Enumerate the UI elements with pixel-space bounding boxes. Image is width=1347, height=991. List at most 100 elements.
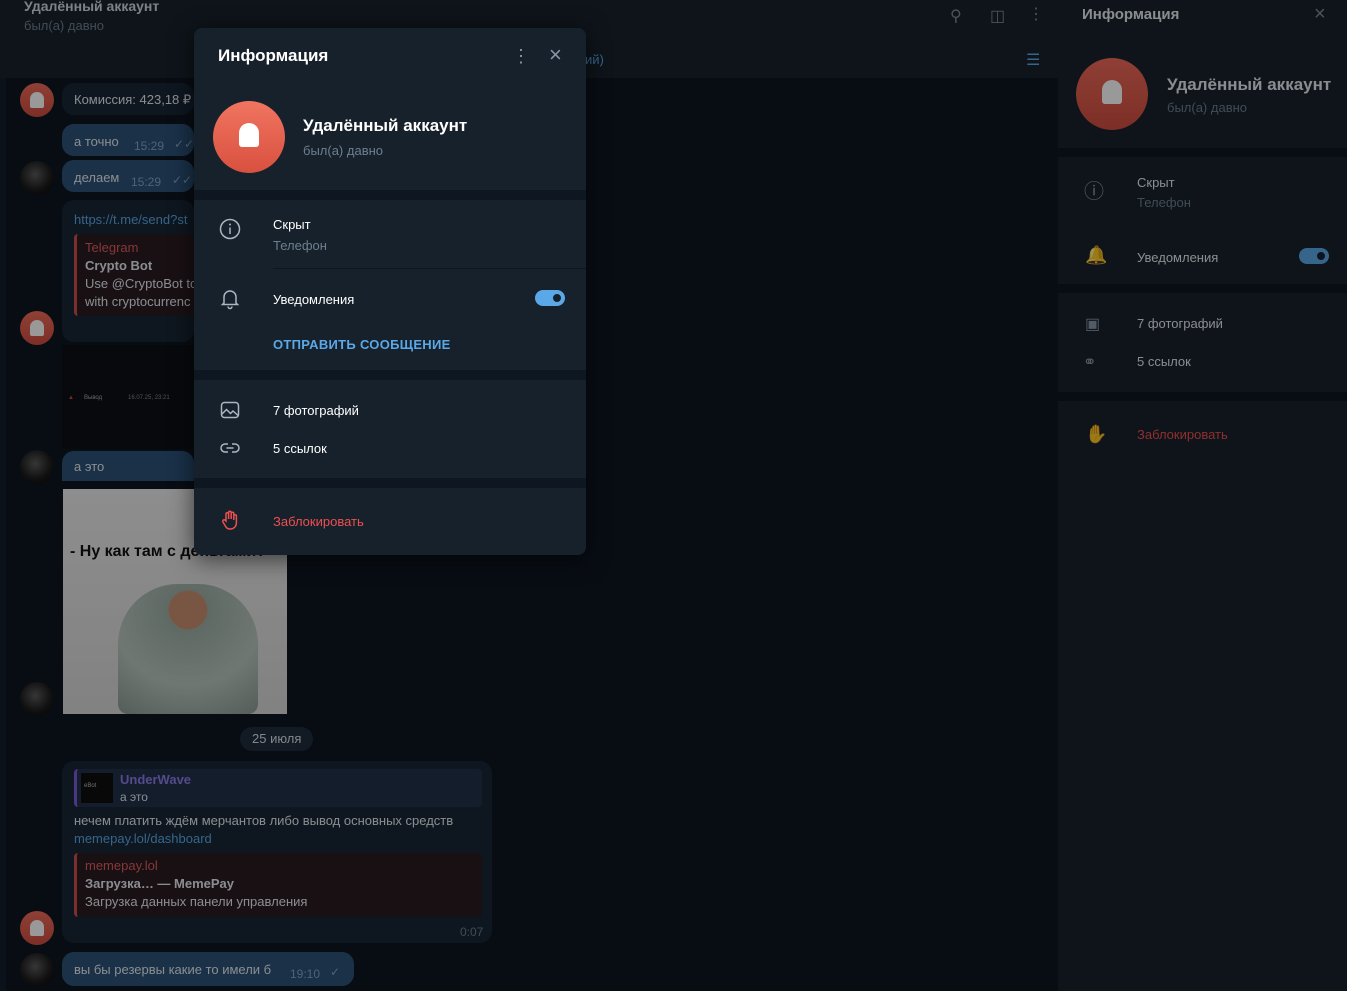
link-icon: ⚭ <box>1083 354 1097 371</box>
profile-avatar[interactable] <box>213 101 285 173</box>
search-icon[interactable]: ⚲ <box>950 6 962 26</box>
link-preview[interactable]: Telegram Crypto Bot Use @CryptoBot to wi… <box>74 234 198 316</box>
right-info-panel: Информация × Удалённый аккаунт был(а) да… <box>1058 0 1347 991</box>
preview-line: Use @CryptoBot to <box>85 276 198 291</box>
filter-icon[interactable]: ☰ <box>1026 50 1040 70</box>
photo-icon <box>220 401 240 419</box>
avatar[interactable] <box>20 83 54 117</box>
double-check-icon: ✓✓ <box>172 173 193 187</box>
phone-label: Телефон <box>273 238 327 253</box>
message-bubble[interactable]: Комиссия: 423,18 ₽ <box>62 83 194 115</box>
reply-author: UnderWave <box>120 772 192 787</box>
chat-status: был(а) давно <box>24 18 105 33</box>
photo-person <box>118 584 258 714</box>
preview-line: with cryptocurrenc <box>85 294 191 309</box>
notifications-toggle[interactable] <box>535 290 565 306</box>
panel-title: Информация <box>1082 6 1180 23</box>
divider <box>194 370 586 380</box>
profile-avatar[interactable] <box>1076 58 1148 130</box>
message-bubble[interactable]: а точно 15:29 ✓✓ <box>62 124 194 156</box>
link-message-bubble[interactable]: https://t.me/send?st Telegram Crypto Bot… <box>62 200 198 342</box>
message-text: а точно <box>74 134 119 149</box>
sidebar-toggle-icon[interactable]: ◫ <box>990 6 1005 26</box>
screenshot-label: Вывод <box>84 395 103 401</box>
more-icon[interactable]: ⋮ <box>1028 4 1044 24</box>
chat-title[interactable]: Удалённый аккаунт <box>24 0 159 14</box>
double-check-icon: ✓✓ <box>174 137 195 151</box>
info-modal: Информация ⋮ × Удалённый аккаунт был(а) … <box>194 28 586 555</box>
profile-status: был(а) давно <box>303 143 384 158</box>
phone-value[interactable]: Скрыт <box>1137 175 1175 190</box>
screenshot-image[interactable]: ▲ Вывод 16.07.25, 23:21 <box>62 345 194 449</box>
message-text: нечем платить ждём мерчантов либо вывод … <box>74 813 454 828</box>
send-message-button[interactable]: ОТПРАВИТЬ СООБЩЕНИЕ <box>273 337 451 352</box>
close-icon[interactable]: × <box>549 44 562 66</box>
links-label[interactable]: 5 ссылок <box>273 441 327 456</box>
preview-site: memepay.lol <box>85 858 158 873</box>
divider <box>273 268 586 269</box>
hand-block-icon: ✋ <box>1085 424 1108 444</box>
arrow-up-icon: ▲ <box>68 395 74 401</box>
info-icon <box>219 218 241 240</box>
message-bubble[interactable]: а это <box>62 451 194 481</box>
profile-name: Удалённый аккаунт <box>1167 75 1332 94</box>
profile-name: Удалённый аккаунт <box>303 116 468 135</box>
message-text: делаем <box>74 170 120 185</box>
message-text: а это <box>74 459 105 474</box>
reply-thumbnail: eBot <box>81 773 113 803</box>
divider <box>194 478 586 488</box>
avatar[interactable] <box>20 450 54 484</box>
divider <box>1058 148 1347 157</box>
avatar[interactable] <box>20 161 54 195</box>
more-icon[interactable]: ⋮ <box>512 47 530 65</box>
preview-title: Crypto Bot <box>85 258 153 273</box>
avatar[interactable] <box>20 682 54 716</box>
message-bubble[interactable]: eBot UnderWave а это нечем платить ждём … <box>62 761 492 943</box>
photos-label[interactable]: 7 фотографий <box>273 403 359 418</box>
message-text: Комиссия: 423,18 ₽ <box>74 92 192 107</box>
bell-icon <box>220 290 240 310</box>
message-bubble[interactable]: делаем 15:29 ✓✓ <box>62 160 194 192</box>
notifications-label: Уведомления <box>1137 250 1219 265</box>
message-link[interactable]: https://t.me/send?st <box>74 212 187 227</box>
date-divider: 25 июля <box>240 727 314 751</box>
message-bubble[interactable]: вы бы резервы какие то имели б 19:10 ✓ <box>62 952 354 986</box>
reply-quote[interactable]: eBot UnderWave а это <box>74 769 482 807</box>
photos-label[interactable]: 7 фотографий <box>1137 316 1223 331</box>
photo-icon: ▣ <box>1085 316 1101 333</box>
block-button[interactable]: Заблокировать <box>273 514 364 529</box>
message-link[interactable]: memepay.lol/dashboard <box>74 831 212 846</box>
preview-title: Загрузка… — MemePay <box>85 876 235 891</box>
message-time: 0:07 <box>460 925 484 939</box>
notifications-label: Уведомления <box>273 292 355 307</box>
block-button[interactable]: Заблокировать <box>1137 427 1228 442</box>
hand-block-icon <box>222 510 238 530</box>
avatar[interactable] <box>20 311 54 345</box>
preview-site: Telegram <box>85 240 139 255</box>
link-preview[interactable]: memepay.lol Загрузка… — MemePay Загрузка… <box>74 853 482 917</box>
preview-description: Загрузка данных панели управления <box>85 894 308 909</box>
divider <box>1058 284 1347 293</box>
message-time: 19:10 <box>290 967 321 981</box>
reply-text: а это <box>120 790 148 804</box>
message-time: 15:29 <box>131 175 162 189</box>
avatar[interactable] <box>20 911 54 945</box>
links-label[interactable]: 5 ссылок <box>1137 354 1191 369</box>
divider <box>1058 392 1347 401</box>
divider <box>194 190 586 200</box>
phone-value[interactable]: Скрыт <box>273 217 311 232</box>
notifications-toggle[interactable] <box>1299 248 1329 264</box>
bell-icon: 🔔 <box>1085 245 1108 265</box>
phone-label: Телефон <box>1137 195 1191 210</box>
link-icon <box>220 443 240 453</box>
reply-thumb-label: eBot <box>84 783 97 789</box>
avatar[interactable] <box>20 953 54 987</box>
info-icon: ⓘ <box>1084 181 1104 203</box>
close-icon[interactable]: × <box>1314 3 1326 26</box>
check-icon: ✓ <box>330 965 341 979</box>
message-time: 15:29 <box>134 139 165 153</box>
modal-title: Информация <box>218 46 329 65</box>
screenshot-date: 16.07.25, 23:21 <box>128 395 170 401</box>
filter-label: ий) <box>585 52 604 67</box>
message-text: вы бы резервы какие то имели б <box>74 962 272 977</box>
